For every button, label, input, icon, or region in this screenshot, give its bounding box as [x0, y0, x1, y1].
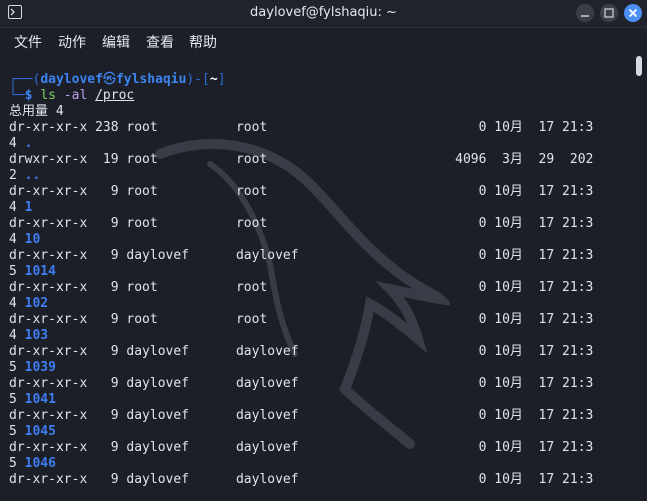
listing-prefix: 5 [9, 424, 25, 439]
listing-prefix: 4 [9, 232, 25, 247]
listing-continuation: 4 10 [9, 232, 593, 248]
close-icon [628, 8, 638, 18]
scrollbar[interactable] [632, 54, 647, 501]
terminal-window: daylovef@fylshaqiu: ~ 文件 动作 编辑 查看 帮助 ┌──… [0, 0, 647, 501]
scrollbar-thumb[interactable] [636, 56, 642, 76]
listing-line: dr-xr-xr-x 9 root root 0 10月 17 21:3 [9, 216, 594, 231]
directory-name[interactable]: 103 [25, 328, 48, 343]
directory-name[interactable]: 10 [25, 232, 41, 247]
listing-prefix: 4 [9, 136, 25, 151]
listing-continuation: 5 1039 [9, 360, 593, 376]
terminal-output-area[interactable]: ┌──(daylovef㉿fylshaqiu)-[~] └─$ ls -al /… [0, 54, 632, 501]
listing-line: dr-xr-xr-x 9 daylovef daylovef 0 10月 17 … [9, 248, 594, 263]
terminal-lines: ┌──(daylovef㉿fylshaqiu)-[~] └─$ ls -al /… [9, 72, 593, 488]
directory-name[interactable]: 1014 [25, 264, 56, 279]
prompt-dollar: $ [24, 88, 33, 103]
listing-prefix: 4 [9, 296, 25, 311]
minimize-button[interactable] [576, 4, 594, 22]
listing-line: dr-xr-xr-x 9 root root 0 10月 17 21:3 [9, 280, 594, 295]
maximize-icon [604, 8, 614, 18]
listing-line: dr-xr-xr-x 9 daylovef daylovef 0 10月 17 … [9, 344, 594, 359]
listing-continuation: 4 102 [9, 296, 593, 312]
window-title: daylovef@fylshaqiu: ~ [250, 5, 397, 20]
command-name: ls [40, 88, 56, 103]
directory-name[interactable]: 1 [25, 200, 33, 215]
directory-name[interactable]: 1041 [25, 392, 56, 407]
listing-prefix: 5 [9, 392, 25, 407]
total-line: 总用量 4 [9, 104, 64, 119]
maximize-button[interactable] [600, 4, 618, 22]
directory-name[interactable]: 1046 [25, 456, 56, 471]
listing-prefix: 5 [9, 360, 25, 375]
listing-continuation: 5 1014 [9, 264, 593, 280]
listing-prefix: 5 [9, 264, 25, 279]
listing-line: dr-xr-xr-x 238 root root 0 10月 17 21:3 [9, 120, 594, 135]
prompt-frame: └─ [9, 88, 25, 103]
menu-help[interactable]: 帮助 [189, 32, 217, 52]
directory-name[interactable]: 1045 [25, 424, 56, 439]
directory-name[interactable]: . [25, 136, 33, 151]
command-path: /proc [95, 88, 135, 103]
title-bar[interactable]: daylovef@fylshaqiu: ~ [0, 0, 647, 28]
menu-bar: 文件 动作 编辑 查看 帮助 [0, 28, 647, 54]
command-flag: -al [63, 88, 88, 103]
directory-name[interactable]: 1039 [25, 360, 56, 375]
prompt-frame: ┌──( [9, 72, 41, 87]
listing-continuation: 2 .. [9, 168, 593, 184]
prompt-frame: ] [217, 72, 226, 87]
listing-line: dr-xr-xr-x 9 daylovef daylovef 0 10月 17 … [9, 376, 594, 391]
listing-prefix: 5 [9, 456, 25, 471]
listing-line: drwxr-xr-x 19 root root 4096 3月 29 202 [9, 152, 594, 167]
listing-continuation: 4 103 [9, 328, 593, 344]
listing-line: dr-xr-xr-x 9 root root 0 10月 17 21:3 [9, 184, 594, 199]
menu-edit[interactable]: 编辑 [102, 32, 130, 52]
prompt-host: fylshaqiu [115, 72, 187, 87]
directory-name[interactable]: 102 [25, 296, 48, 311]
prompt-skull-icon: ㉿ [102, 72, 116, 87]
listing-prefix: 4 [9, 328, 25, 343]
listing-continuation: 4 1 [9, 200, 593, 216]
menu-file[interactable]: 文件 [14, 32, 42, 52]
menu-view[interactable]: 查看 [146, 32, 174, 52]
prompt-user: daylovef [40, 72, 103, 87]
listing-continuation: 5 1041 [9, 392, 593, 408]
prompt-frame: )-[ [186, 72, 210, 87]
listing-line: dr-xr-xr-x 9 root root 0 10月 17 21:3 [9, 312, 594, 327]
listing-line: dr-xr-xr-x 9 daylovef daylovef 0 10月 17 … [9, 472, 594, 487]
listing-prefix: 4 [9, 200, 25, 215]
directory-name[interactable]: .. [25, 168, 41, 183]
listing-continuation: 4 . [9, 136, 593, 152]
prompt-dir: ~ [209, 72, 218, 87]
minimize-icon [581, 15, 589, 17]
prompt-line-1: ┌──(daylovef㉿fylshaqiu)-[~] [9, 72, 593, 88]
listing-continuation: 5 1046 [9, 456, 593, 472]
listing-line: dr-xr-xr-x 9 daylovef daylovef 0 10月 17 … [9, 440, 594, 455]
prompt-line-2: └─$ ls -al /proc [9, 88, 593, 104]
close-button[interactable] [624, 4, 642, 22]
listing-line: dr-xr-xr-x 9 daylovef daylovef 0 10月 17 … [9, 408, 594, 423]
menu-actions[interactable]: 动作 [58, 32, 86, 52]
listing-continuation: 5 1045 [9, 424, 593, 440]
listing-prefix: 2 [9, 168, 25, 183]
